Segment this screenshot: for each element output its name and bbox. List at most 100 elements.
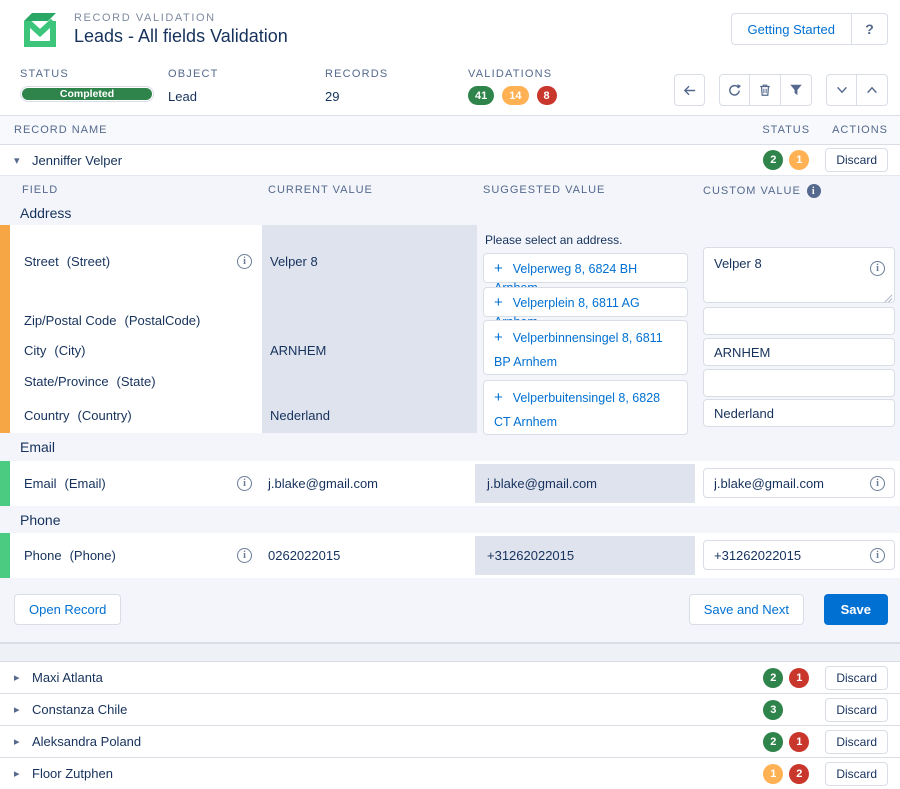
phone-suggested-value: +31262022015 <box>475 536 695 575</box>
phone-success-accent-bar <box>0 533 10 578</box>
record-row-maxi-atlanta[interactable]: Maxi Atlanta 2 1 Discard <box>0 661 900 693</box>
phone-info-icon[interactable] <box>237 548 252 563</box>
actions-column-header: ACTIONS <box>832 124 888 136</box>
panel-gap <box>0 643 900 661</box>
address-field-group: Street(Street) Zip/Postal Code(PostalCod… <box>0 225 900 433</box>
custom-value-info-icon[interactable] <box>807 184 821 198</box>
object-label: OBJECT <box>168 68 219 80</box>
record-success-badge: 3 <box>763 700 783 720</box>
email-current-value: j.blake@gmail.com <box>268 476 378 491</box>
discard-button[interactable]: Discard <box>825 666 888 690</box>
email-field-row: Email(Email) j.blake@gmail.com j.blake@g… <box>0 461 900 506</box>
add-icon <box>494 391 513 405</box>
save-button[interactable]: Save <box>824 594 888 625</box>
address-section-title: Address <box>0 201 900 225</box>
chevron-down-icon <box>835 83 849 97</box>
filter-icon <box>789 83 803 97</box>
city-current-value: ARNHEM <box>270 343 326 358</box>
discard-button[interactable]: Discard <box>825 148 888 172</box>
status-progress-bar: Completed <box>20 86 154 102</box>
filter-button[interactable] <box>781 74 812 106</box>
getting-started-button[interactable]: Getting Started <box>731 13 852 45</box>
country-custom-input[interactable] <box>703 399 895 427</box>
detail-footer: Open Record Save and Next Save <box>0 578 900 644</box>
suggested-address-option-3[interactable]: Velperbinnensingel 8, 6811 BP Arnhem <box>483 320 688 375</box>
phone-current-value: 0262022015 <box>268 548 340 563</box>
expand-record-icon[interactable] <box>14 671 28 684</box>
suggested-address-option-4[interactable]: Velperbuitensingel 8, 6828 CT Arnhem <box>483 380 688 435</box>
validations-warning-badge: 14 <box>502 86 528 105</box>
state-field-label: State/Province(State) <box>24 374 156 389</box>
help-button[interactable]: ? <box>852 13 888 45</box>
country-current-value: Nederland <box>270 408 330 423</box>
status-column-header: STATUS <box>762 124 810 136</box>
record-row-constanza-chile[interactable]: Constanza Chile 3 Discard <box>0 693 900 725</box>
email-info-icon[interactable] <box>237 476 252 491</box>
email-suggested-value: j.blake@gmail.com <box>475 464 695 503</box>
expand-record-icon[interactable] <box>14 735 28 748</box>
record-name: Constanza Chile <box>32 702 763 717</box>
email-custom-input[interactable] <box>703 468 895 498</box>
app-eyebrow: RECORD VALIDATION <box>74 12 731 24</box>
record-row-floor-zutphen[interactable]: Floor Zutphen 1 2 Discard <box>0 757 900 789</box>
refresh-button[interactable] <box>719 74 750 106</box>
city-custom-input[interactable] <box>703 338 895 366</box>
address-current-value-column: Velper 8 ARNHEM Nederland <box>262 225 477 433</box>
postal-code-field-label: Zip/Postal Code(PostalCode) <box>24 313 200 328</box>
phone-field-row: Phone(Phone) 0262022015 +31262022015 <box>0 533 900 578</box>
record-row-jenniffer-velper[interactable]: Jenniffer Velper 2 1 Discard <box>0 145 900 175</box>
address-field-column: Street(Street) Zip/Postal Code(PostalCod… <box>10 225 262 433</box>
email-field-label: Email(Email) <box>24 476 106 491</box>
refresh-icon <box>727 83 742 98</box>
discard-button[interactable]: Discard <box>825 698 888 722</box>
trash-icon <box>758 83 772 97</box>
address-suggested-column: Please select an address. Velperweg 8, 6… <box>483 225 695 433</box>
discard-button[interactable]: Discard <box>825 762 888 786</box>
toolbar <box>674 74 888 106</box>
status-progress-value: Completed <box>22 88 152 100</box>
field-table-header: FIELD CURRENT VALUE SUGGESTED VALUE CUST… <box>0 176 900 201</box>
records-label: RECORDS <box>325 68 388 80</box>
email-success-accent-bar <box>0 461 10 506</box>
add-icon <box>494 296 513 310</box>
record-list-header: RECORD NAME STATUS ACTIONS <box>0 116 900 145</box>
back-button[interactable] <box>674 74 705 106</box>
suggested-address-option-2[interactable]: Velperplein 8, 6811 AG Arnhem <box>483 287 688 317</box>
record-detail-panel: FIELD CURRENT VALUE SUGGESTED VALUE CUST… <box>0 175 900 643</box>
textarea-resize-handle[interactable] <box>884 294 893 303</box>
street-info-icon[interactable] <box>237 254 252 269</box>
email-custom-info-icon[interactable] <box>870 476 885 491</box>
street-custom-input[interactable]: Velper 8 <box>703 247 895 303</box>
record-name: Jenniffer Velper <box>32 153 763 168</box>
expand-record-icon[interactable] <box>14 703 28 716</box>
collapse-all-button[interactable] <box>826 74 857 106</box>
state-custom-input[interactable] <box>703 369 895 397</box>
phone-field-label: Phone(Phone) <box>24 548 116 563</box>
collapse-record-icon[interactable] <box>14 154 28 167</box>
record-error-badge: 2 <box>789 764 809 784</box>
records-value: 29 <box>325 89 388 104</box>
delete-button[interactable] <box>750 74 781 106</box>
record-success-badge: 2 <box>763 668 783 688</box>
record-success-badge: 2 <box>763 150 783 170</box>
postal-code-custom-input[interactable] <box>703 307 895 335</box>
street-custom-info-icon[interactable] <box>870 261 885 276</box>
email-section-title: Email <box>0 433 900 461</box>
address-suggestion-prompt: Please select an address. <box>485 233 622 247</box>
record-warning-badge: 1 <box>789 150 809 170</box>
open-record-button[interactable]: Open Record <box>14 594 121 625</box>
current-value-column-header: CURRENT VALUE <box>268 184 373 196</box>
record-name: Floor Zutphen <box>32 766 763 781</box>
status-label: STATUS <box>20 68 154 80</box>
suggested-address-option-1[interactable]: Velperweg 8, 6824 BH Arnhem <box>483 253 688 283</box>
back-arrow-icon <box>682 83 697 98</box>
record-row-aleksandra-poland[interactable]: Aleksandra Poland 2 1 Discard <box>0 725 900 757</box>
expand-all-button[interactable] <box>857 74 888 106</box>
record-warning-badge: 1 <box>763 764 783 784</box>
phone-custom-input[interactable] <box>703 540 895 570</box>
discard-button[interactable]: Discard <box>825 730 888 754</box>
phone-custom-info-icon[interactable] <box>870 548 885 563</box>
save-and-next-button[interactable]: Save and Next <box>689 594 804 625</box>
expand-record-icon[interactable] <box>14 767 28 780</box>
street-current-value: Velper 8 <box>270 254 318 269</box>
